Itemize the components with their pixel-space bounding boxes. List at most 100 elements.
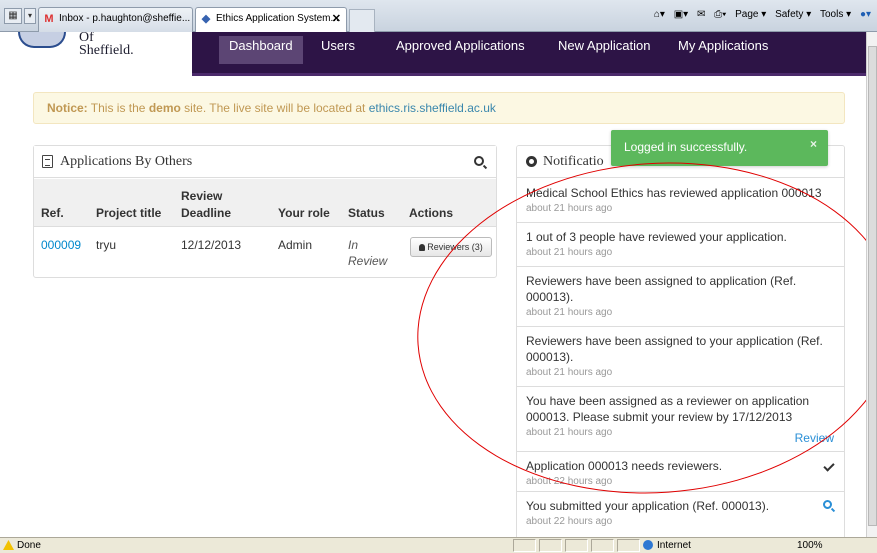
mail-icon[interactable]: ✉ [697,9,705,20]
home-icon[interactable]: ⌂▾ [654,9,665,20]
column-your-role[interactable]: Your role [278,205,330,221]
column-actions: Actions [409,206,454,220]
globe-icon [526,156,537,167]
quick-tabs-icon[interactable]: ▦ [4,8,22,24]
notification-time: about 21 hours ago [526,367,613,378]
status-segment [513,539,536,552]
column-ref[interactable]: Ref. [41,205,64,221]
notification-item[interactable]: You have been assigned as a reviewer on … [517,387,844,452]
demo-notice: Notice: This is the demo site. The live … [33,92,845,124]
feeds-icon[interactable]: ▣▾ [674,9,688,20]
browser-status-bar: Done Internet 100% [0,537,877,553]
user-icon [419,244,426,251]
new-tab-button[interactable] [349,9,375,32]
tab-list-dropdown-icon[interactable]: ▾ [24,8,36,24]
notification-item[interactable]: 1 out of 3 people have reviewed your app… [517,223,844,267]
column-review-line1[interactable]: Review [181,188,222,204]
toast-message: Logged in successfully. [624,140,748,154]
notifications-title: Notificatio [543,154,604,169]
panel-header: Applications By Others [34,146,496,178]
notification-time: about 21 hours ago [526,203,613,214]
reviewers-button-label: Reviewers (3) [427,242,483,252]
notification-text: You have been assigned as a reviewer on … [526,394,810,424]
scrollbar-thumb[interactable] [868,46,877,526]
search-icon[interactable] [474,156,484,166]
nav-users[interactable]: Users [311,36,365,64]
page-menu[interactable]: Page ▾ [735,9,766,20]
status-segment [565,539,588,552]
notification-text: Application 000013 needs reviewers. [526,459,723,473]
status-segment [539,539,562,552]
notification-item[interactable]: Reviewers have been assigned to your app… [517,327,844,387]
command-bar: ⌂▾ ▣▾ ✉ ⎙▾ Page ▾ Safety ▾ Tools ▾ ●▾ [648,9,871,20]
column-project-title[interactable]: Project title [96,205,161,221]
review-link[interactable]: Review [795,431,834,445]
notifications-panel: Notificatio Medical School Ethics has re… [516,145,845,537]
status-text: Done [17,540,41,551]
search-icon[interactable] [823,500,832,509]
row-status-line1: In [348,238,359,252]
university-crest-icon [18,32,66,48]
live-site-link[interactable]: ethics.ris.sheffield.ac.uk [369,101,496,115]
tools-menu[interactable]: Tools ▾ [820,9,851,20]
document-icon [42,155,53,168]
close-tab-icon[interactable]: ✕ [332,8,341,30]
notification-text: Reviewers have been assigned to your app… [526,334,823,364]
notification-time: about 21 hours ago [526,247,613,258]
safety-menu[interactable]: Safety ▾ [775,9,811,20]
page-viewport: Of Sheffield. Dashboard Users Approved A… [0,32,866,537]
notification-item[interactable]: You submitted your application (Ref. 000… [517,492,844,537]
column-review-deadline[interactable]: Deadline [181,205,231,221]
row-project-title: tryu [96,238,117,252]
notice-demo: demo [148,101,181,115]
security-zone[interactable]: Internet [641,538,751,553]
gmail-icon: M [44,13,54,25]
notification-text: Reviewers have been assigned to applicat… [526,274,797,304]
tab-ethics-label: Ethics Application System... [216,13,339,24]
notification-text: You submitted your application (Ref. 000… [526,499,770,513]
notification-time: about 22 hours ago [526,516,613,527]
shield-icon: ◆ [201,13,211,25]
notification-item[interactable]: Application 000013 needs reviewers. abou… [517,452,844,492]
tab-inbox[interactable]: M Inbox - p.haughton@sheffie... [38,7,193,32]
table-header: Ref. Project title Review Deadline Your … [34,179,496,227]
nav-my-applications[interactable]: My Applications [668,36,778,64]
warning-icon [3,540,14,550]
notice-text-2: site. The live site will be located at [180,101,369,115]
notification-time: about 21 hours ago [526,307,613,318]
browser-tab-bar: ▦ ▾ M Inbox - p.haughton@sheffie... ◆ Et… [0,0,877,32]
nav-new-application[interactable]: New Application [548,36,661,64]
notice-label: Notice: [47,101,88,115]
row-role: Admin [278,238,313,252]
close-icon[interactable]: × [810,137,817,151]
zoom-level[interactable]: 100% [797,538,823,553]
notification-item[interactable]: Reviewers have been assigned to applicat… [517,267,844,327]
status-segment [591,539,614,552]
notification-text: Medical School Ethics has reviewed appli… [526,186,822,200]
applications-by-others-panel: Applications By Others Ref. Project titl… [33,145,497,278]
internet-globe-icon [643,540,653,550]
tab-ethics[interactable]: ◆ Ethics Application System... ✕ [195,7,347,32]
nav-approved-applications[interactable]: Approved Applications [386,36,535,64]
notification-text: 1 out of 3 people have reviewed your app… [526,230,787,244]
site-navbar: Of Sheffield. Dashboard Users Approved A… [0,32,866,76]
zone-label: Internet [657,540,691,551]
notice-text-1: This is the [87,101,149,115]
row-deadline: 12/12/2013 [181,238,242,252]
brand-text-line2: Sheffield. [79,43,134,58]
help-icon[interactable]: ●▾ [860,9,871,20]
success-toast: Logged in successfully. × [611,130,828,166]
tab-inbox-label: Inbox - p.haughton@sheffie... [59,13,191,24]
status-segment [617,539,640,552]
nav-dashboard[interactable]: Dashboard [219,36,303,64]
panel-title: Applications By Others [60,154,193,169]
brand-logo[interactable]: Of Sheffield. [0,32,192,76]
reviewers-button[interactable]: Reviewers (3) [410,237,492,257]
vertical-scrollbar[interactable] [866,32,877,537]
row-ref-link[interactable]: 000009 [41,237,81,253]
notification-time: about 22 hours ago [526,476,613,487]
notification-item[interactable]: Medical School Ethics has reviewed appli… [517,179,844,223]
print-icon[interactable]: ⎙▾ [714,9,726,20]
column-status[interactable]: Status [348,205,385,221]
row-status-line2: Review [348,254,388,268]
